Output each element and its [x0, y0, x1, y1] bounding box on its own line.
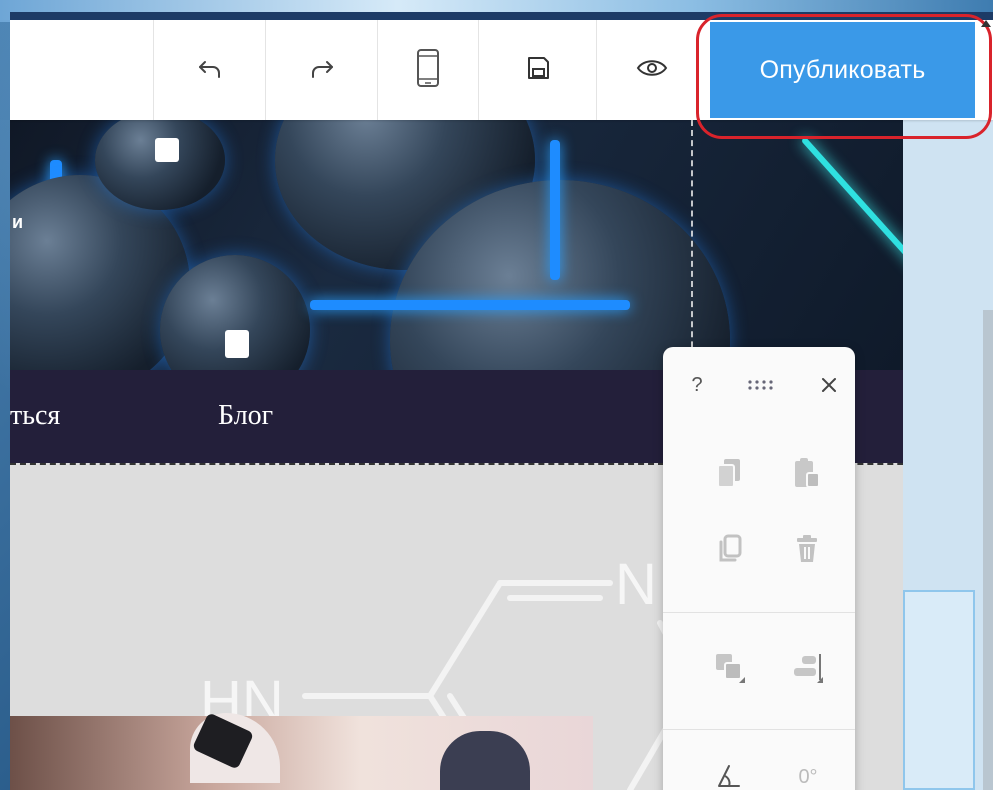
undo-button[interactable] — [153, 20, 265, 120]
mobile-view-button[interactable] — [377, 20, 478, 120]
content-image[interactable] — [10, 712, 593, 790]
rotation-value-input[interactable]: 0° — [783, 757, 833, 790]
hero-image[interactable]: и — [10, 120, 903, 370]
drag-handle-icon[interactable] — [741, 365, 781, 405]
undo-icon — [195, 53, 225, 88]
redo-icon — [307, 53, 337, 88]
element-settings-panel: ? 0° — [663, 347, 855, 790]
help-button[interactable]: ? — [677, 365, 717, 405]
preview-button[interactable] — [596, 20, 707, 120]
right-side-panel — [903, 120, 993, 790]
eye-icon — [636, 57, 668, 84]
dropdown-corner-icon — [817, 677, 823, 683]
redo-button[interactable] — [265, 20, 377, 120]
panel-divider — [663, 729, 855, 730]
nav-link[interactable]: ться — [10, 400, 60, 432]
paste-icon[interactable] — [787, 453, 827, 493]
save-icon — [524, 54, 552, 87]
panel-divider — [663, 612, 855, 613]
mobile-phone-icon — [415, 48, 441, 93]
trash-icon[interactable] — [787, 529, 827, 569]
sphere-reflection — [155, 138, 179, 162]
layer-order-icon[interactable] — [709, 647, 749, 687]
copy-icon[interactable] — [709, 453, 749, 493]
neon-line — [550, 140, 560, 280]
neon-line — [800, 136, 903, 290]
dropdown-corner-icon — [739, 677, 745, 683]
molecule-label: N — [615, 552, 657, 617]
scroll-up-arrow-icon[interactable] — [981, 20, 991, 27]
scrollbar[interactable] — [983, 310, 993, 790]
nav-link-blog[interactable]: Блог — [218, 400, 273, 432]
site-editor: и ться Блог N HN Опубликовать ? 0° — [10, 12, 993, 790]
align-right-icon[interactable] — [787, 647, 827, 687]
duplicate-icon[interactable] — [709, 529, 749, 569]
sphere-reflection — [225, 330, 249, 358]
save-button[interactable] — [478, 20, 596, 120]
image-detail — [440, 731, 530, 790]
angle-icon — [709, 757, 749, 790]
neon-line — [310, 300, 630, 310]
hero-text: и — [12, 212, 24, 232]
close-icon[interactable] — [809, 365, 849, 405]
publish-highlight-ring — [696, 14, 992, 139]
side-element-card[interactable] — [903, 590, 975, 790]
